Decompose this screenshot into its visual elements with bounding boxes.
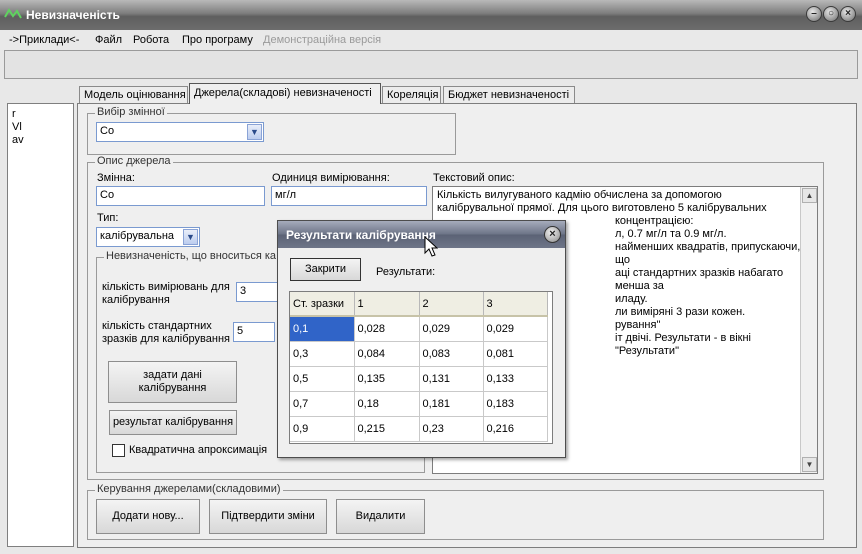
type-label: Тип: — [97, 212, 119, 224]
list-item[interactable]: Vl — [8, 121, 73, 134]
results-label: Результати: — [376, 266, 436, 278]
description-line: калібрувальної прямої. Для цього виготов… — [437, 202, 767, 214]
toolbar — [4, 50, 858, 79]
standards-label: кількість стандартних зразків для калібр… — [102, 320, 230, 345]
unit-label: Одиниця вимірювання: — [272, 172, 390, 184]
table-cell[interactable]: 0,083 — [419, 341, 484, 367]
tab-sources[interactable]: Джерела(складові) невизначеності — [189, 83, 381, 104]
variable-select-legend: Вибір змінної — [95, 106, 167, 118]
scroll-up-icon[interactable]: ▲ — [802, 188, 817, 203]
menu-bar: ->Приклади<- Файл Робота Про програму Де… — [0, 30, 862, 50]
standards-field[interactable]: 5 — [233, 322, 275, 342]
menu-about[interactable]: Про програму — [182, 34, 253, 46]
text-description-label: Текстовий опис: — [433, 172, 515, 184]
tab-correlation[interactable]: Кореляція — [382, 86, 441, 103]
table-cell[interactable]: 0,084 — [354, 341, 420, 367]
results-grid[interactable]: Ст. зразки 1 2 3 0,1 0,028 0,029 0,029 0… — [289, 291, 553, 444]
chevron-down-icon[interactable]: ▼ — [247, 124, 262, 140]
menu-examples[interactable]: ->Приклади<- — [9, 34, 79, 46]
list-item[interactable]: av — [8, 134, 73, 147]
quadratic-label: Квадратична апроксимація — [129, 444, 268, 456]
column-header[interactable]: Ст. зразки — [290, 292, 355, 317]
table-cell[interactable]: 0,216 — [483, 416, 548, 442]
table-row: 0,1 0,028 0,029 0,029 — [290, 316, 548, 342]
app-icon — [4, 8, 22, 19]
grid-header-row: Ст. зразки 1 2 3 — [290, 292, 548, 317]
menu-file[interactable]: Файл — [95, 34, 122, 46]
delete-button[interactable]: Видалити — [336, 499, 425, 534]
type-combo-value: калібрувальна — [100, 230, 175, 242]
table-row: 0,3 0,084 0,083 0,081 — [290, 341, 548, 367]
menu-demo-version: Демонстраційна версія — [263, 34, 382, 46]
source-description-legend: Опис джерела — [95, 155, 173, 167]
table-cell[interactable]: 0,9 — [290, 416, 355, 442]
table-row: 0,5 0,135 0,131 0,133 — [290, 366, 548, 392]
variable-field[interactable]: Co — [96, 186, 265, 206]
dialog-title: Результати калібрування — [286, 228, 436, 242]
table-row: 0,9 0,215 0,23 0,216 — [290, 416, 548, 442]
table-cell[interactable]: 0,183 — [483, 391, 548, 417]
minimize-icon[interactable]: – — [806, 6, 822, 22]
table-cell[interactable]: 0,23 — [419, 416, 484, 442]
mouse-cursor-icon — [424, 236, 438, 257]
tab-model[interactable]: Модель оцінювання — [79, 86, 188, 103]
table-cell[interactable]: 0,1 — [290, 316, 355, 342]
set-calibration-data-button[interactable]: задати дані калібрування — [108, 361, 237, 403]
dialog-title-bar[interactable]: Результати калібрування × — [278, 221, 565, 248]
table-cell[interactable]: 0,131 — [419, 366, 484, 392]
table-cell[interactable]: 0,029 — [419, 316, 484, 342]
unit-field[interactable]: мг/л — [271, 186, 427, 206]
table-cell[interactable]: 0,3 — [290, 341, 355, 367]
table-cell[interactable]: 0,081 — [483, 341, 548, 367]
calibration-results-dialog: Результати калібрування × Закрити Резуль… — [277, 220, 566, 458]
uncertainty-legend: Невизначеність, що вноситься ка — [104, 250, 279, 262]
variable-combo-value: Co — [100, 125, 115, 137]
chevron-down-icon[interactable]: ▼ — [183, 229, 198, 245]
add-new-button[interactable]: Додати нову... — [96, 499, 200, 534]
dialog-close-button[interactable]: Закрити — [290, 258, 361, 281]
variable-label: Змінна: — [97, 172, 135, 184]
close-icon[interactable]: × — [840, 6, 856, 22]
table-cell[interactable]: 0,18 — [354, 391, 420, 417]
description-scrollbar[interactable]: ▲ ▼ — [800, 187, 817, 473]
confirm-changes-button[interactable]: Підтвердити зміни — [209, 499, 327, 534]
measurements-field[interactable]: 3 — [236, 282, 278, 302]
menu-work[interactable]: Робота — [133, 34, 169, 46]
table-cell[interactable]: 0,135 — [354, 366, 420, 392]
quadratic-checkbox[interactable] — [112, 444, 125, 457]
table-cell[interactable]: 0,5 — [290, 366, 355, 392]
management-legend: Керування джерелами(складовими) — [95, 483, 283, 495]
close-icon[interactable]: × — [544, 226, 561, 243]
column-header[interactable]: 3 — [483, 292, 548, 317]
maximize-icon[interactable]: ○ — [823, 6, 839, 22]
description-line: Кількість вилугуваного кадмію обчислена … — [437, 189, 722, 201]
table-cell[interactable]: 0,028 — [354, 316, 420, 342]
measurements-label: кількість вимірювань для калібрування — [102, 281, 230, 306]
variables-list[interactable]: r Vl av — [7, 103, 74, 547]
window-title: Невизначеність — [26, 8, 120, 22]
table-cell[interactable]: 0,181 — [419, 391, 484, 417]
variable-combo[interactable]: Co ▼ — [96, 122, 264, 142]
title-bar: Невизначеність – ○ × — [0, 0, 862, 30]
table-row: 0,7 0,18 0,181 0,183 — [290, 391, 548, 417]
table-cell[interactable]: 0,133 — [483, 366, 548, 392]
type-combo[interactable]: калібрувальна ▼ — [96, 227, 200, 247]
scroll-down-icon[interactable]: ▼ — [802, 457, 817, 472]
calibration-result-button[interactable]: результат калібрування — [109, 410, 237, 435]
column-header[interactable]: 2 — [419, 292, 484, 317]
table-cell[interactable]: 0,029 — [483, 316, 548, 342]
column-header[interactable]: 1 — [354, 292, 420, 317]
list-item[interactable]: r — [8, 108, 73, 121]
table-cell[interactable]: 0,215 — [354, 416, 420, 442]
table-cell[interactable]: 0,7 — [290, 391, 355, 417]
tab-budget[interactable]: Бюджет невизначеності — [443, 86, 575, 103]
